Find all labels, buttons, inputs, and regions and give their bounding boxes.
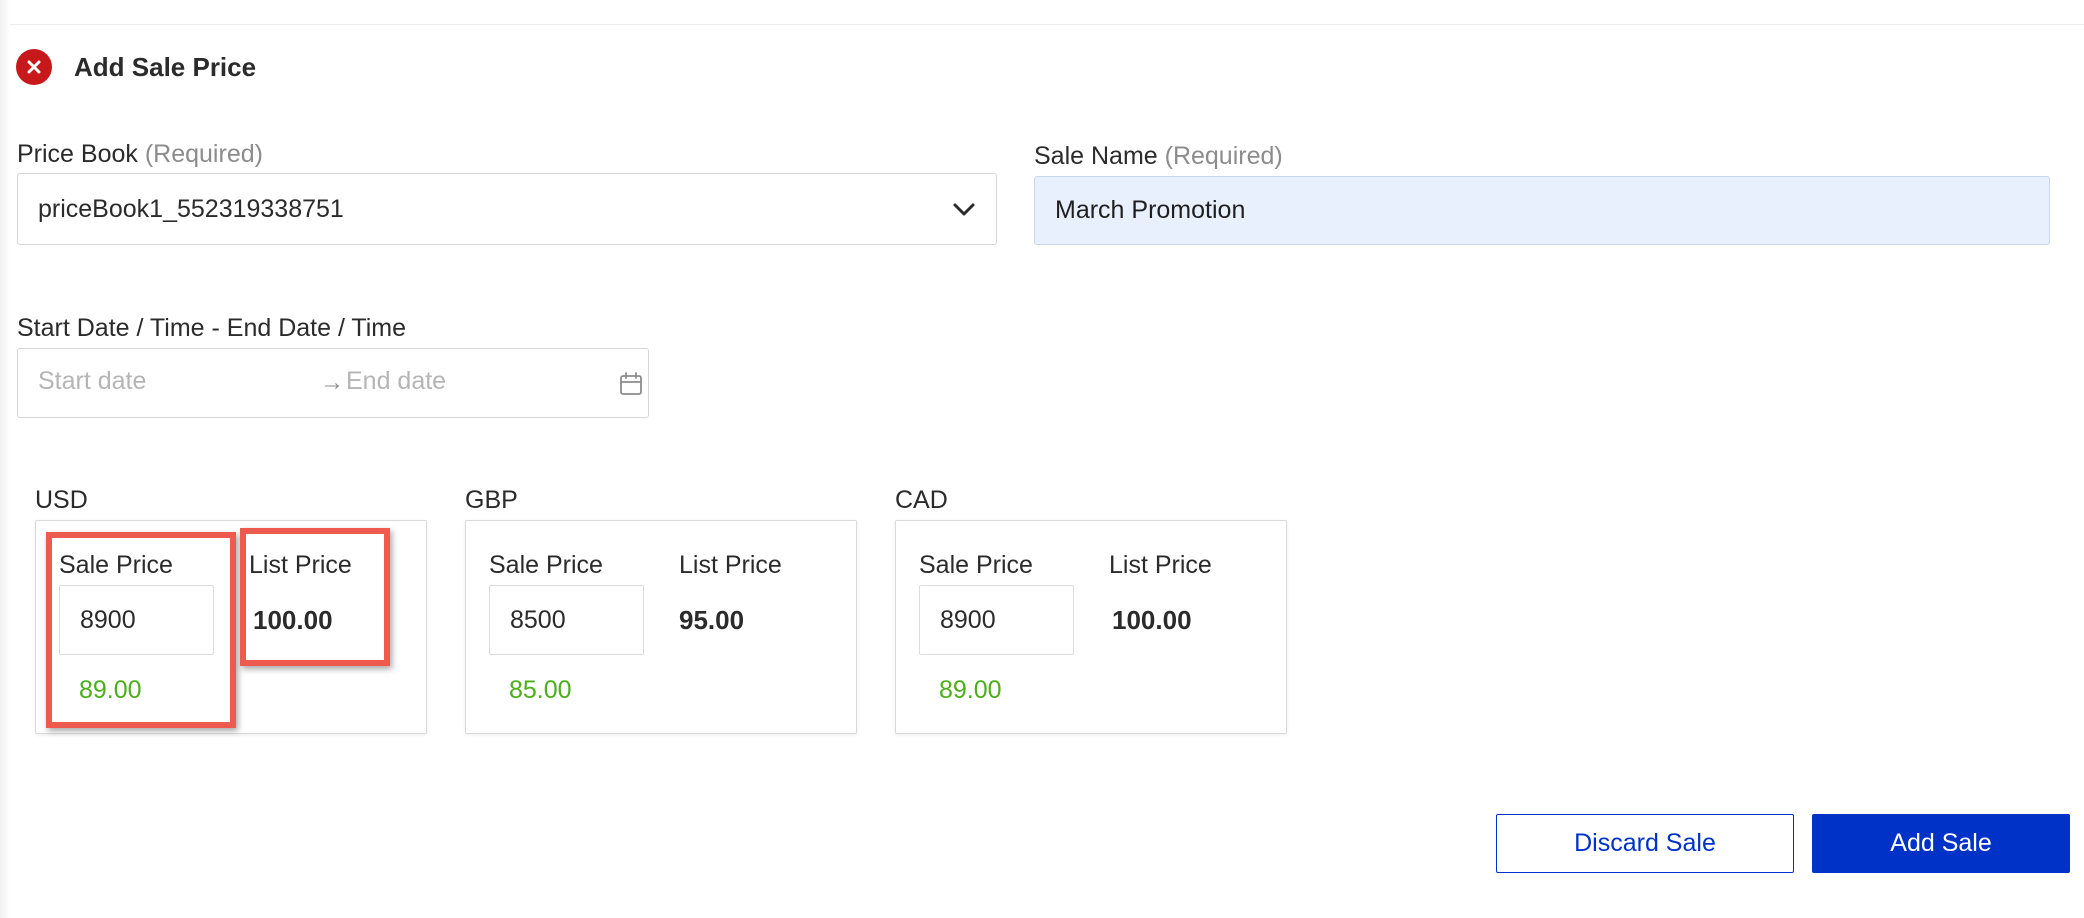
sale-name-required: (Required) [1164, 142, 1283, 170]
highlight-box-list-price [240, 528, 390, 666]
sale-price-input-cad[interactable] [919, 585, 1074, 655]
currency-label-cad: CAD [895, 486, 948, 514]
arrow-right-icon: → [320, 369, 344, 396]
sale-name-input[interactable] [1034, 176, 2050, 245]
price-book-label: Price Book (Required) [17, 140, 263, 169]
sale-price-label: Sale Price [919, 551, 1033, 579]
top-divider [0, 24, 2084, 25]
add-sale-button[interactable]: Add Sale [1812, 814, 2070, 873]
highlight-box-sale-price [46, 532, 236, 728]
sale-name-label-text: Sale Name [1034, 142, 1158, 170]
list-price-label: List Price [1109, 551, 1212, 579]
modal-header: Add Sale Price [16, 48, 256, 86]
left-edge-shade [0, 0, 10, 918]
price-book-select[interactable]: priceBook1_552319338751 [17, 173, 997, 245]
close-icon[interactable] [16, 49, 52, 85]
start-date-input[interactable] [38, 367, 288, 396]
date-range-picker[interactable]: → [17, 348, 649, 418]
list-price-label: List Price [679, 551, 782, 579]
sale-price-computed-cad: 89.00 [939, 676, 1002, 704]
page-title: Add Sale Price [74, 51, 257, 82]
sale-price-input-gbp[interactable] [489, 585, 644, 655]
list-price-value-cad: 100.00 [1112, 605, 1192, 635]
currency-label-usd: USD [35, 486, 88, 514]
chevron-down-icon[interactable] [950, 196, 978, 224]
end-date-input[interactable] [346, 367, 576, 396]
calendar-icon[interactable] [618, 371, 644, 397]
discard-sale-button[interactable]: Discard Sale [1496, 814, 1794, 873]
currency-label-gbp: GBP [465, 486, 518, 514]
sale-price-computed-gbp: 85.00 [509, 676, 572, 704]
price-book-value: priceBook1_552319338751 [38, 194, 344, 223]
currency-card-gbp: Sale Price List Price 95.00 85.00 [465, 520, 857, 734]
sale-price-label: Sale Price [489, 551, 603, 579]
close-x-glyph [27, 60, 41, 74]
price-book-required: (Required) [144, 140, 263, 168]
price-book-label-text: Price Book [17, 140, 138, 168]
list-price-value-gbp: 95.00 [679, 605, 745, 635]
date-range-label: Start Date / Time - End Date / Time [17, 314, 407, 342]
sale-name-label: Sale Name (Required) [1034, 142, 1283, 171]
currency-card-cad: Sale Price List Price 100.00 89.00 [895, 520, 1287, 734]
